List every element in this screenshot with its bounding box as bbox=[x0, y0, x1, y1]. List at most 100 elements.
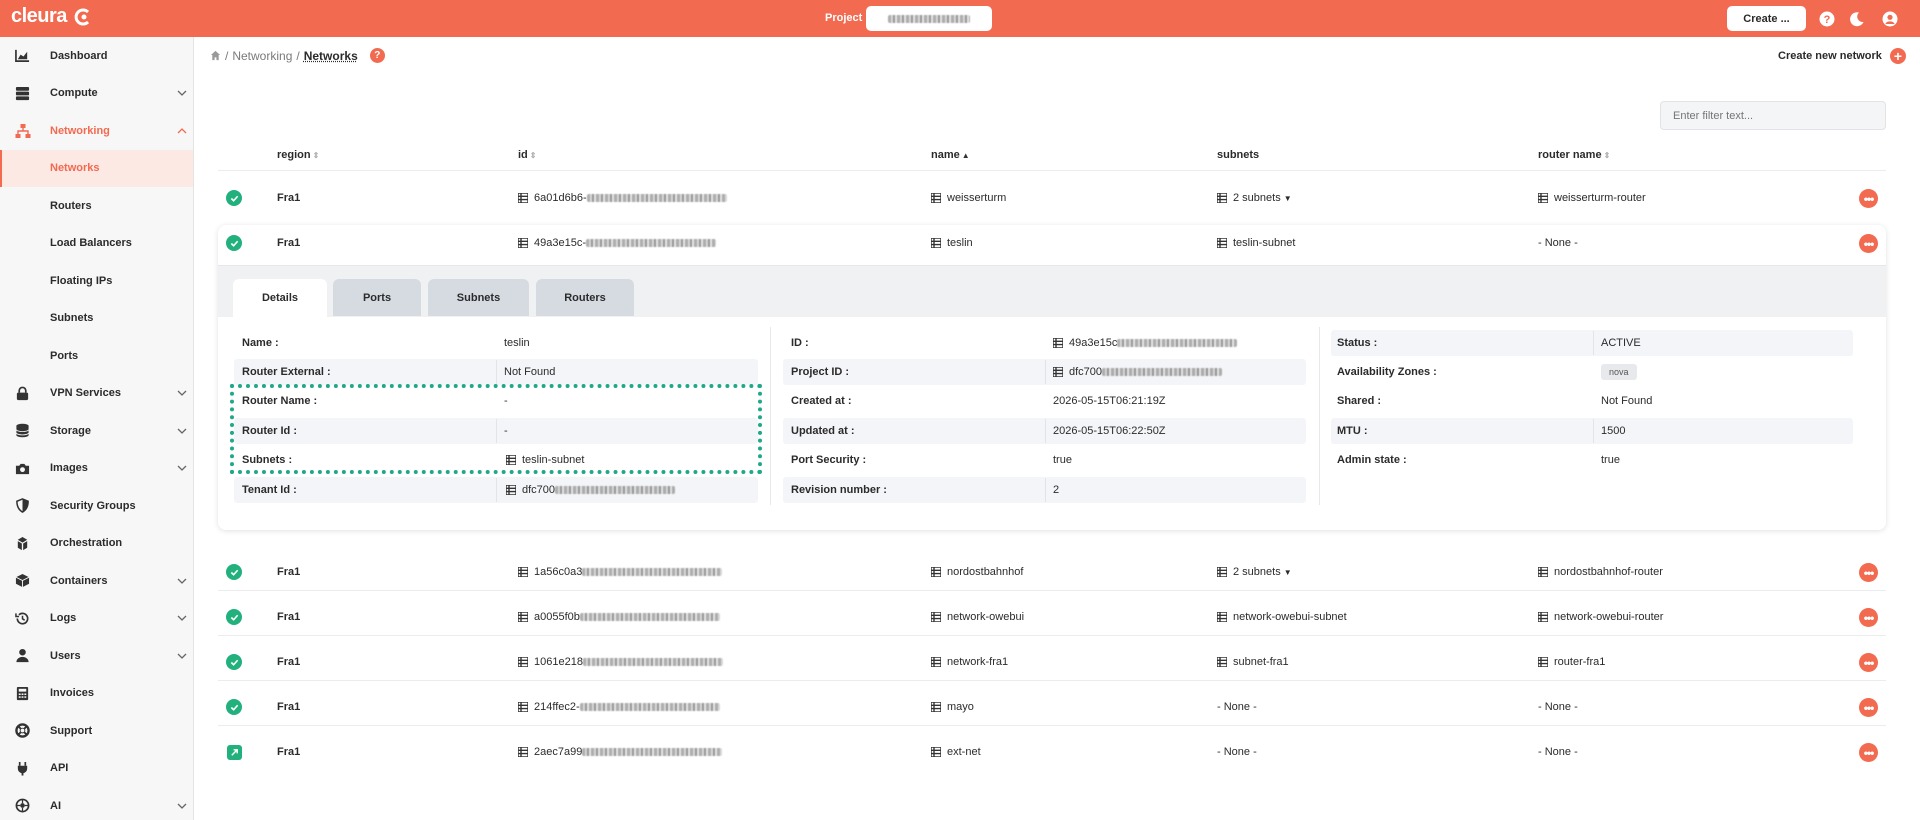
tenant-id-link[interactable]: dfc700 bbox=[506, 484, 676, 496]
project-selector[interactable] bbox=[866, 6, 992, 31]
camera-icon bbox=[14, 460, 31, 477]
help-icon[interactable]: ? bbox=[369, 48, 385, 63]
sidebar-item-compute[interactable]: Compute bbox=[0, 75, 193, 113]
network-id-link[interactable]: 49a3e15c bbox=[1053, 337, 1238, 349]
chevron-down-icon bbox=[177, 615, 187, 622]
sidebar-item-storage[interactable]: Storage bbox=[0, 412, 193, 450]
cleura-logo[interactable]: cleura bbox=[11, 5, 93, 28]
name-cell[interactable]: nordostbahnhof bbox=[931, 566, 1023, 578]
router-cell[interactable]: network-owebui-router bbox=[1538, 611, 1663, 623]
id-cell[interactable]: 1a56c0a3 bbox=[518, 566, 723, 578]
subnets-dropdown[interactable]: 2 subnets ▼ bbox=[1217, 192, 1292, 204]
sidebar-item-containers[interactable]: Containers bbox=[0, 562, 193, 600]
lock-icon bbox=[14, 385, 31, 402]
router-cell[interactable]: router-fra1 bbox=[1538, 656, 1605, 668]
status-active-icon bbox=[226, 609, 242, 625]
subnets-cell[interactable]: teslin-subnet bbox=[1217, 237, 1295, 249]
breadcrumb-networking[interactable]: Networking bbox=[232, 49, 292, 63]
detail-row-availability-zones: Availability Zones : nova bbox=[1331, 359, 1853, 385]
more-actions-button[interactable]: ••• bbox=[1859, 234, 1878, 253]
chevron-down-icon bbox=[177, 90, 187, 97]
sidebar-item-routers[interactable]: Routers bbox=[0, 187, 193, 225]
id-redacted bbox=[582, 568, 723, 576]
id-cell[interactable]: 49a3e15c- bbox=[518, 237, 716, 249]
id-cell[interactable]: 6a01d6b6- bbox=[518, 192, 727, 204]
name-cell[interactable]: mayo bbox=[931, 701, 974, 713]
tab-details[interactable]: Details bbox=[233, 279, 327, 317]
chart-area-icon bbox=[14, 47, 31, 64]
plus-icon: + bbox=[1889, 48, 1906, 64]
sidebar-item-load-balancers[interactable]: Load Balancers bbox=[0, 225, 193, 263]
subnets-dropdown[interactable]: 2 subnets ▼ bbox=[1217, 566, 1292, 578]
tab-routers[interactable]: Routers bbox=[536, 279, 634, 316]
home-icon[interactable] bbox=[210, 50, 221, 61]
sort-icon: ⇕ bbox=[529, 151, 537, 160]
detail-row-admin-state: Admin state : true bbox=[1337, 454, 1620, 466]
breadcrumb-networks: Networks bbox=[303, 48, 358, 63]
table-icon bbox=[518, 238, 528, 248]
more-actions-button[interactable]: ••• bbox=[1859, 563, 1878, 582]
detail-row-port-security: Port Security : true bbox=[791, 454, 1072, 466]
region-cell: Fra1 bbox=[277, 237, 301, 249]
dark-mode-icon[interactable] bbox=[1848, 10, 1865, 27]
name-cell[interactable]: network-owebui bbox=[931, 611, 1024, 623]
cubes-icon bbox=[14, 535, 31, 552]
project-name-redacted bbox=[888, 14, 970, 23]
sidebar-item-orchestration[interactable]: Orchestration bbox=[0, 525, 193, 563]
user-account-icon[interactable] bbox=[1881, 10, 1898, 27]
sidebar-item-dashboard[interactable]: Dashboard bbox=[0, 37, 193, 75]
shield-icon bbox=[14, 497, 31, 514]
name-cell[interactable]: network-fra1 bbox=[931, 656, 1008, 668]
sidebar-item-floating-ips[interactable]: Floating IPs bbox=[0, 262, 193, 300]
router-cell: - None - bbox=[1538, 237, 1578, 249]
sidebar-item-invoices[interactable]: Invoices bbox=[0, 675, 193, 713]
create-network-button[interactable]: Create new network + bbox=[1778, 48, 1906, 64]
more-actions-button[interactable]: ••• bbox=[1859, 698, 1878, 717]
sidebar-item-logs[interactable]: Logs bbox=[0, 600, 193, 638]
sidebar-item-networking[interactable]: Networking bbox=[0, 112, 193, 150]
id-cell[interactable]: 214ffec2- bbox=[518, 701, 720, 713]
sidebar-item-users[interactable]: Users bbox=[0, 637, 193, 675]
more-actions-button[interactable]: ••• bbox=[1859, 608, 1878, 627]
name-cell[interactable]: weisserturm bbox=[931, 192, 1006, 204]
column-header-region[interactable]: region ⇕ bbox=[277, 149, 319, 161]
tab-ports[interactable]: Ports bbox=[333, 279, 421, 316]
sidebar-item-security-groups[interactable]: Security Groups bbox=[0, 487, 193, 525]
table-icon bbox=[1538, 612, 1548, 622]
sidebar-item-api[interactable]: API bbox=[0, 750, 193, 788]
router-cell[interactable]: nordostbahnhof-router bbox=[1538, 566, 1663, 578]
column-header-router-name[interactable]: router name ⇕ bbox=[1538, 149, 1610, 161]
table-icon bbox=[1053, 338, 1063, 348]
sidebar-item-images[interactable]: Images bbox=[0, 450, 193, 488]
column-header-name[interactable]: name ▲ bbox=[931, 149, 970, 161]
project-label: Project bbox=[825, 12, 863, 24]
subnets-cell[interactable]: network-owebui-subnet bbox=[1217, 611, 1347, 623]
name-cell[interactable]: teslin bbox=[931, 237, 973, 249]
router-cell[interactable]: weisserturm-router bbox=[1538, 192, 1646, 204]
sidebar-item-ai[interactable]: AI bbox=[0, 787, 193, 820]
tab-subnets[interactable]: Subnets bbox=[428, 279, 529, 316]
name-cell[interactable]: ext-net bbox=[931, 746, 981, 758]
divider bbox=[770, 327, 771, 505]
sidebar-item-support[interactable]: Support bbox=[0, 712, 193, 750]
subnets-cell[interactable]: subnet-fra1 bbox=[1217, 656, 1289, 668]
sidebar-item-vpn-services[interactable]: VPN Services bbox=[0, 375, 193, 413]
filter-input[interactable] bbox=[1660, 101, 1886, 130]
more-actions-button[interactable]: ••• bbox=[1859, 743, 1878, 762]
more-actions-button[interactable]: ••• bbox=[1859, 653, 1878, 672]
detail-row-name: Name : teslin bbox=[242, 337, 530, 349]
project-id-redacted bbox=[1102, 368, 1223, 376]
sidebar-item-networks[interactable]: Networks bbox=[0, 149, 193, 187]
column-header-id[interactable]: id ⇕ bbox=[518, 149, 536, 161]
sidebar-item-subnets[interactable]: Subnets bbox=[0, 300, 193, 338]
help-icon[interactable]: ? bbox=[1818, 10, 1835, 27]
id-cell[interactable]: 2aec7a99 bbox=[518, 746, 723, 758]
status-active-icon bbox=[226, 235, 242, 251]
more-actions-button[interactable]: ••• bbox=[1859, 189, 1878, 208]
create-button[interactable]: Create ... bbox=[1727, 6, 1806, 31]
id-cell[interactable]: 1061e218 bbox=[518, 656, 723, 668]
table-icon bbox=[931, 702, 941, 712]
sidebar-item-ports[interactable]: Ports bbox=[0, 337, 193, 375]
project-id-link[interactable]: dfc700 bbox=[1053, 366, 1223, 378]
id-cell[interactable]: a0055f0b bbox=[518, 611, 720, 623]
